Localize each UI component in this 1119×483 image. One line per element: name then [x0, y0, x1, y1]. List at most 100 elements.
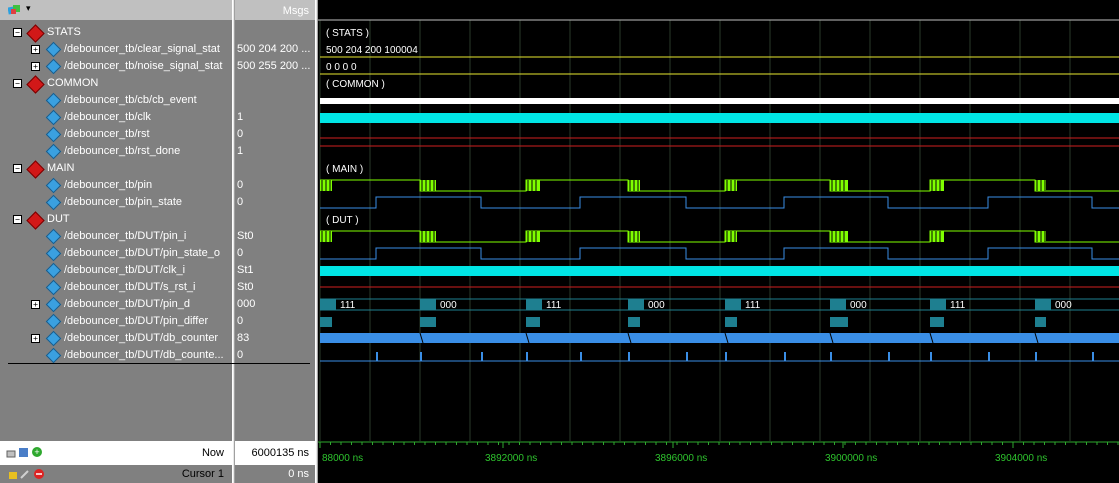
group-row[interactable]: − STATS — [0, 24, 232, 43]
value-row[interactable]: 0 — [235, 245, 315, 262]
waveform-pane[interactable]: ( STATS ) 500 204 200 100004 0 0 0 0 ( COMM… — [318, 0, 1119, 483]
cursor-edit-icons[interactable] — [8, 468, 48, 481]
expand-toggle[interactable]: + — [31, 62, 40, 71]
db-done-pulse — [686, 352, 688, 361]
bus-transition — [930, 299, 946, 310]
value-row[interactable]: St1 — [235, 262, 315, 279]
time-axis[interactable]: 88000 ns 3892000 ns 3896000 ns 3900000 ns 39… — [318, 441, 1119, 483]
signal-name: /debouncer_tb/DUT/pin_differ — [64, 315, 209, 327]
value-row[interactable] — [235, 160, 315, 177]
group-row[interactable]: − MAIN — [0, 160, 232, 179]
wave-text: 0 0 0 0 — [326, 62, 357, 73]
bus-transition — [1035, 299, 1051, 310]
value-row[interactable]: 83 — [235, 330, 315, 347]
bus-value-label: 111 — [546, 300, 562, 311]
value-row[interactable] — [235, 24, 315, 41]
value-row[interactable]: 500 255 200 ... — [235, 58, 315, 75]
db-done-pulse — [888, 352, 890, 361]
group-row[interactable]: − COMMON — [0, 75, 232, 94]
signal-value: 0 — [237, 196, 244, 208]
signal-value: 500 204 200 ... — [237, 43, 311, 55]
signal-name-pane[interactable]: ▾ − STATS + /debouncer_tb/clear_signal_stat… — [0, 0, 232, 483]
bus-value-label: 111 — [340, 300, 356, 311]
collapse-toggle[interactable]: − — [13, 164, 22, 173]
signal-row[interactable]: /debouncer_tb/DUT/s_rst_i — [0, 279, 232, 296]
value-row[interactable] — [235, 75, 315, 92]
signal-row[interactable]: /debouncer_tb/rst_done — [0, 143, 232, 160]
group-diamond-icon — [26, 24, 45, 43]
list-end-marker — [8, 363, 310, 364]
signal-row[interactable]: /debouncer_tb/clk — [0, 109, 232, 126]
signal-value: 1 — [237, 145, 244, 157]
collapse-toggle[interactable]: − — [13, 28, 22, 37]
signal-row[interactable]: /debouncer_tb/rst — [0, 126, 232, 143]
cursor-value: 0 ns — [288, 468, 309, 480]
signal-row[interactable]: /debouncer_tb/DUT/clk_i — [0, 262, 232, 279]
bus-transition — [830, 299, 846, 310]
group-row[interactable]: − DUT — [0, 211, 232, 230]
value-row[interactable]: 000 — [235, 296, 315, 313]
time-tick-label: 3900000 ns — [825, 453, 877, 464]
differ-pulse — [830, 317, 848, 327]
value-row[interactable]: 1 — [235, 109, 315, 126]
signal-diamond-icon — [45, 194, 62, 211]
signal-row[interactable]: /debouncer_tb/DUT/pin_differ — [0, 313, 232, 330]
signal-row[interactable]: /debouncer_tb/DUT/pin_i — [0, 228, 232, 245]
wave-window: ▾ − STATS + /debouncer_tb/clear_signal_stat… — [0, 0, 1119, 483]
signal-name: /debouncer_tb/pin_state — [64, 196, 183, 208]
signal-row[interactable]: + /debouncer_tb/DUT/pin_d — [0, 296, 232, 313]
signal-row[interactable]: /debouncer_tb/DUT/db_counte... — [0, 347, 232, 364]
waveform-canvas[interactable]: ( STATS ) 500 204 200 100004 0 0 0 0 ( COMM… — [318, 0, 1119, 441]
signal-diamond-icon — [45, 109, 62, 126]
collapse-toggle[interactable]: − — [13, 79, 22, 88]
expand-toggle[interactable]: + — [31, 334, 40, 343]
differ-pulse — [725, 317, 737, 327]
value-row[interactable] — [235, 92, 315, 109]
differ-pulse — [420, 317, 436, 327]
signal-value: 0 — [237, 179, 244, 191]
cursor-label: Cursor 1 — [181, 468, 224, 480]
signal-row[interactable]: + /debouncer_tb/DUT/db_counter — [0, 330, 232, 347]
signal-diamond-icon — [45, 262, 62, 279]
group-diamond-icon — [26, 75, 45, 94]
value-row[interactable]: 0 — [235, 177, 315, 194]
cursor-row[interactable]: Cursor 1 — [0, 465, 232, 483]
signal-name: /debouncer_tb/DUT/pin_state_o — [64, 247, 220, 259]
wave-tool-icon[interactable] — [8, 4, 22, 16]
expand-toggle[interactable]: + — [31, 45, 40, 54]
signal-name: /debouncer_tb/clk — [64, 111, 151, 123]
bus-value-label: 000 — [850, 300, 867, 311]
signal-name: /debouncer_tb/cb/cb_event — [64, 94, 197, 106]
signal-row[interactable]: + /debouncer_tb/clear_signal_stat — [0, 41, 232, 58]
signal-row[interactable]: /debouncer_tb/cb/cb_event — [0, 92, 232, 109]
group-diamond-icon — [26, 211, 45, 230]
db-done-pulse — [1092, 352, 1094, 361]
now-value: 6000135 ns — [251, 447, 310, 459]
value-row[interactable]: 0 — [235, 126, 315, 143]
signal-value: 1 — [237, 111, 244, 123]
group-name: DUT — [47, 213, 70, 225]
time-axis-canvas[interactable]: 88000 ns 3892000 ns 3896000 ns 3900000 ns 39… — [318, 441, 1119, 465]
value-row[interactable]: 0 — [235, 347, 315, 364]
value-row[interactable]: St0 — [235, 228, 315, 245]
group-diamond-icon — [26, 160, 45, 179]
value-row[interactable]: 0 — [235, 194, 315, 211]
signal-value-pane[interactable]: Msgs 500 204 200 ... 500 255 200 ... 1 0 1 0 0… — [235, 0, 315, 483]
signal-row[interactable]: /debouncer_tb/pin_state — [0, 194, 232, 211]
value-row[interactable]: 1 — [235, 143, 315, 160]
expand-toggle[interactable]: + — [31, 300, 40, 309]
bus-transition — [628, 299, 644, 310]
value-row[interactable]: 0 — [235, 313, 315, 330]
collapse-toggle[interactable]: − — [13, 215, 22, 224]
signal-row[interactable]: /debouncer_tb/DUT/pin_state_o — [0, 245, 232, 262]
dropdown-chevron-icon[interactable]: ▾ — [26, 3, 31, 14]
value-row[interactable] — [235, 211, 315, 228]
value-row[interactable]: St0 — [235, 279, 315, 296]
signal-row[interactable]: + /debouncer_tb/noise_signal_stat — [0, 58, 232, 75]
bus-transition — [526, 299, 542, 310]
value-row[interactable]: 500 204 200 ... — [235, 41, 315, 58]
cursor-bar[interactable] — [318, 465, 1119, 483]
bus-transition — [725, 299, 741, 310]
signal-row[interactable]: /debouncer_tb/pin — [0, 177, 232, 194]
cursor-tools-icon[interactable]: + — [6, 445, 46, 459]
